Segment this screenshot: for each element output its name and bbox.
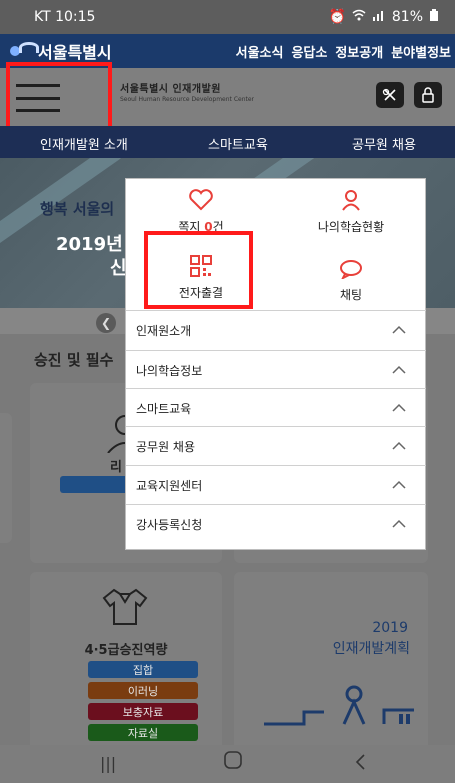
learning-status-label: 나의학습현황 — [317, 220, 385, 234]
site-logo[interactable]: 서울특별시 인재개발원 Seoul Human Resource Develop… — [120, 84, 254, 103]
menu-row-recruit[interactable]: 공무원 채용 — [126, 426, 426, 466]
card-edge-left — [0, 413, 12, 543]
wifi-icon — [352, 9, 366, 25]
site-logo-name: 서울특별시 인재개발원 — [120, 84, 221, 95]
card3-button-archive[interactable]: 자료실 — [88, 724, 198, 741]
android-nav-bar: ||| — [0, 745, 455, 783]
menu-row-instructor-register[interactable]: 강사등록신청 — [126, 504, 426, 544]
chevron-up-icon — [392, 519, 406, 528]
notes-count: 0 — [204, 220, 213, 234]
back-icon[interactable] — [354, 753, 366, 775]
nav-item-recruit[interactable]: 공무원 채용 — [352, 134, 416, 153]
card3-title: 4·5급승진역량 — [84, 643, 168, 658]
qr-code-icon — [126, 255, 276, 280]
nav-item-smart-edu[interactable]: 스마트교육 — [208, 134, 268, 153]
banner-line2: 2019년 — [56, 234, 123, 255]
notes-label: 쪽지 — [178, 220, 201, 234]
card1-label: 리 — [110, 460, 122, 475]
card-plan[interactable]: 2019 인재개발계획 — [234, 572, 428, 752]
top-link-field-info[interactable]: 분야별정보 — [391, 42, 451, 61]
nav-item-about[interactable]: 인재개발원 소개 — [40, 134, 128, 153]
battery-icon — [429, 8, 439, 26]
chat-bubble-icon — [276, 259, 426, 282]
menu-row-label: 스마트교육 — [136, 402, 192, 416]
menu-icon[interactable] — [16, 84, 60, 112]
quick-item-learning-status[interactable]: 나의학습현황 — [276, 189, 426, 235]
quick-item-notes[interactable]: 쪽지 0건 — [126, 189, 276, 235]
top-link-news[interactable]: 서울소식 — [236, 42, 284, 61]
status-time: KT 10:15 — [34, 9, 96, 25]
banner-line1: 행복 서울의 — [40, 200, 115, 218]
quick-item-e-attendance[interactable]: 전자출결 — [126, 255, 276, 301]
menu-row-support-center[interactable]: 교육지원센터 — [126, 465, 426, 505]
menu-row-my-learning[interactable]: 나의학습정보 — [126, 350, 426, 390]
building-icon — [264, 680, 414, 734]
prev-arrow-icon[interactable]: ❮ — [96, 313, 116, 333]
user-icon — [276, 189, 426, 214]
site-header: 서울특별시 인재개발원 Seoul Human Resource Develop… — [0, 68, 455, 126]
card3-button-supplement[interactable]: 보충자료 — [88, 703, 198, 720]
menu-row-label: 강사등록신청 — [136, 518, 203, 532]
menu-row-label: 교육지원센터 — [136, 479, 203, 493]
seoul-logo[interactable]: 서울특별시 — [0, 39, 112, 63]
menu-row-about[interactable]: 인재원소개 — [126, 310, 426, 350]
card4-year: 2019 — [372, 620, 408, 636]
seoul-top-bar: 서울특별시 서울소식 응답소 정보공개 분야별정보 — [0, 34, 455, 68]
menu-row-smart-edu[interactable]: 스마트교육 — [126, 388, 426, 428]
top-links: 서울소식 응답소 정보공개 분야별정보 — [236, 42, 455, 61]
quick-menu-panel: 쪽지 0건 나의학습현황 전자출결 채팅 인재원소개 나의학습정보 스마트교육 … — [125, 178, 426, 550]
card4-title: 인재개발계획 — [332, 641, 410, 657]
battery-level: 81% — [391, 9, 423, 25]
shirt-icon — [100, 586, 150, 630]
card-promotion[interactable]: 4·5급승진역량 집합 이러닝 보충자료 자료실 — [30, 572, 222, 752]
card3-button-group[interactable]: 집합 — [88, 661, 198, 678]
chevron-up-icon — [392, 365, 406, 374]
recent-apps-icon[interactable]: ||| — [100, 754, 116, 773]
chat-label: 채팅 — [339, 288, 363, 302]
main-nav: 인재개발원 소개 스마트교육 공무원 채용 — [0, 126, 455, 158]
chevron-up-icon — [392, 325, 406, 334]
site-logo-name-en: Seoul Human Resource Development Center — [120, 96, 255, 103]
heart-icon — [126, 189, 276, 214]
status-bar: KT 10:15 ⏰ 81% — [0, 0, 455, 34]
home-icon[interactable] — [224, 751, 242, 773]
seoul-logo-icon — [10, 42, 39, 60]
seoul-logo-text: 서울특별시 — [38, 43, 112, 62]
chevron-up-icon — [392, 403, 406, 412]
chevron-up-icon — [392, 480, 406, 489]
top-link-response[interactable]: 응답소 — [291, 42, 327, 61]
status-icons: ⏰ 81% — [328, 8, 439, 26]
notes-suffix: 건 — [212, 220, 224, 234]
alarm-icon: ⏰ — [328, 9, 346, 25]
section-title: 승진 및 필수 — [34, 351, 114, 369]
menu-row-label: 공무원 채용 — [136, 440, 196, 454]
card3-button-elearning[interactable]: 이러닝 — [88, 682, 198, 699]
lock-icon[interactable] — [414, 82, 442, 108]
signal-icon — [372, 9, 386, 25]
menu-row-label: 나의학습정보 — [136, 364, 203, 378]
link-icon[interactable] — [376, 82, 404, 108]
e-attendance-label: 전자출결 — [178, 286, 224, 300]
chevron-up-icon — [392, 441, 406, 450]
quick-item-chat[interactable]: 채팅 — [276, 259, 426, 303]
menu-row-label: 인재원소개 — [136, 324, 192, 338]
top-link-disclosure[interactable]: 정보공개 — [335, 42, 383, 61]
